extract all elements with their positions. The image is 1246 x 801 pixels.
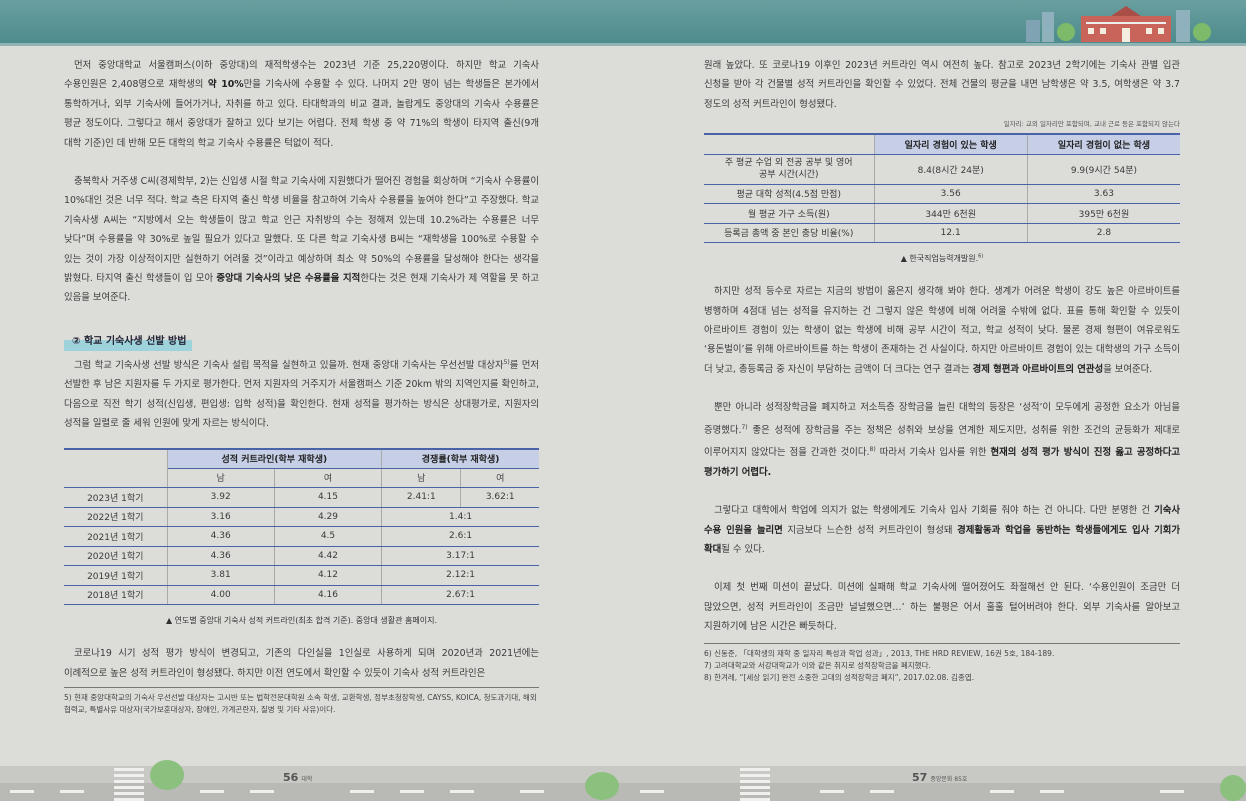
tree-icon bbox=[585, 772, 619, 800]
paragraph: 뿐만 아니라 성적장학금을 폐지하고 저소득층 장학금을 늘린 대학의 등장은 … bbox=[704, 402, 1180, 478]
tree-icon bbox=[150, 760, 184, 790]
table-subheader: 남 bbox=[381, 468, 462, 489]
footnote: 7) 고려대학교와 서강대학교가 이와 같은 취지로 성적장학금을 폐지했다. bbox=[704, 660, 931, 670]
table-header: 일자리 경험이 없는 학생 bbox=[1027, 133, 1180, 155]
table-row: 2023년 1학기 3.92 4.15 2.41:1 3.62:1 bbox=[64, 487, 539, 508]
tree-icon bbox=[1220, 775, 1246, 801]
table-note: 일자리: 교외 일자리만 포함되며, 교내 근로 등은 포함되지 않는다 bbox=[1003, 120, 1180, 129]
table-group-header: 경쟁률(학부 재학생) bbox=[381, 447, 539, 469]
page-number-left: 56 대학 bbox=[283, 771, 313, 784]
footnote-divider bbox=[64, 686, 539, 688]
crosswalk bbox=[740, 768, 770, 801]
table-subheader: 남 bbox=[167, 468, 275, 489]
paragraph: 하지만 성적 등수로 자르는 지금의 방법이 옳은지 생각해 봐야 한다. 생계… bbox=[704, 286, 1180, 375]
table-row: 2019년 1학기 3.81 4.12 2.12:1 bbox=[64, 565, 539, 586]
table-caption: ▲ 한국직업능력개발원.6) bbox=[900, 253, 984, 264]
footnotes: 6) 신동준, 「대학생의 재학 중 일자리 특성과 학업 성과」, 2013,… bbox=[704, 648, 1180, 684]
table-row: 등록금 총액 중 본인 충당 비율(%) 12.1 2.8 bbox=[704, 223, 1180, 244]
section-heading: ② 학교 기숙사생 선발 방법 bbox=[64, 332, 193, 351]
page-number-right: 57 중앙문화 85호 bbox=[912, 771, 968, 784]
crosswalk bbox=[114, 768, 144, 801]
table-header: 일자리 경험이 있는 학생 bbox=[874, 133, 1028, 155]
footnote: 5) 현재 중앙대학교의 기숙사 우선선발 대상자는 고시반 또는 법학전문대학… bbox=[64, 692, 537, 714]
paragraph: 먼저 중앙대학교 서울캠퍼스(이하 중앙대)의 재적학생수는 2023년 기준 … bbox=[64, 60, 539, 149]
table-row: 주 평균 수업 외 전공 공부 및 영어 공부 시간(시간) 8.4(8시간 2… bbox=[704, 154, 1180, 185]
table-row: 평균 대학 성적(4.5점 만점) 3.56 3.63 bbox=[704, 184, 1180, 205]
left-column: 먼저 중앙대학교 서울캠퍼스(이하 중앙대)의 재적학생수는 2023년 기준 … bbox=[64, 56, 539, 716]
paragraph: 원래 높았다. 또 코로나19 이후인 2023년 커트라인 역시 여전히 높다… bbox=[704, 60, 1180, 110]
paragraph: 그렇다고 대학에서 학업에 의지가 없는 학생에게도 기숙사 입사 기회를 줘야… bbox=[704, 505, 1181, 555]
right-column: 원래 높았다. 또 코로나19 이후인 2023년 커트라인 역시 여전히 높다… bbox=[704, 56, 1180, 684]
table-caption: ▲ 연도별 중앙대 기숙사 성적 커트라인(최초 합격 기준). 중앙대 생활관… bbox=[165, 616, 438, 626]
footnote: 6) 신동준, 「대학생의 재학 중 일자리 특성과 학업 성과」, 2013,… bbox=[704, 648, 1055, 658]
table-subheader: 여 bbox=[460, 468, 539, 489]
table-row: 2021년 1학기 4.36 4.5 2.6:1 bbox=[64, 526, 539, 547]
paragraph: 충북학사 거주생 C씨(경제학부, 2)는 신입생 시절 학교 기숙사에 지원했… bbox=[64, 176, 539, 304]
footnote-divider bbox=[704, 642, 1180, 644]
table-row: 2022년 1학기 3.16 4.29 1.4:1 bbox=[64, 507, 539, 528]
paragraph: 그럼 학교 기숙사생 선발 방식은 기숙사 설립 목적을 실현하고 있을까. 현… bbox=[64, 358, 539, 430]
table-row: 2020년 1학기 4.36 4.42 3.17:1 bbox=[64, 546, 539, 567]
table-subheader: 여 bbox=[274, 468, 383, 489]
footnote: 8) 한겨레, “[세상 읽기] 완전 소중한 고대의 성적장학금 폐지”, 2… bbox=[704, 672, 975, 682]
building-illustration bbox=[1026, 6, 1211, 42]
table-row: 월 평균 가구 소득(원) 344만 6천원 395만 6천원 bbox=[704, 203, 1180, 224]
paragraph: 코로나19 시기 성적 평가 방식이 변경되고, 기존의 다인실을 1인실로 사… bbox=[64, 648, 539, 679]
paragraph: 이제 첫 번째 미션이 끝났다. 미션에 실패해 학교 기숙사에 떨어졌어도 좌… bbox=[704, 582, 1180, 633]
table-row: 2018년 1학기 4.00 4.16 2.67:1 bbox=[64, 585, 539, 606]
cutoff-table: 성적 커트라인(학부 재학생) 경쟁률(학부 재학생) 남 여 남 여 2023… bbox=[64, 447, 539, 606]
table-group-header: 성적 커트라인(학부 재학생) bbox=[167, 447, 383, 469]
job-experience-table: 일자리 경험이 있는 학생 일자리 경험이 없는 학생 주 평균 수업 외 전공… bbox=[704, 133, 1180, 244]
